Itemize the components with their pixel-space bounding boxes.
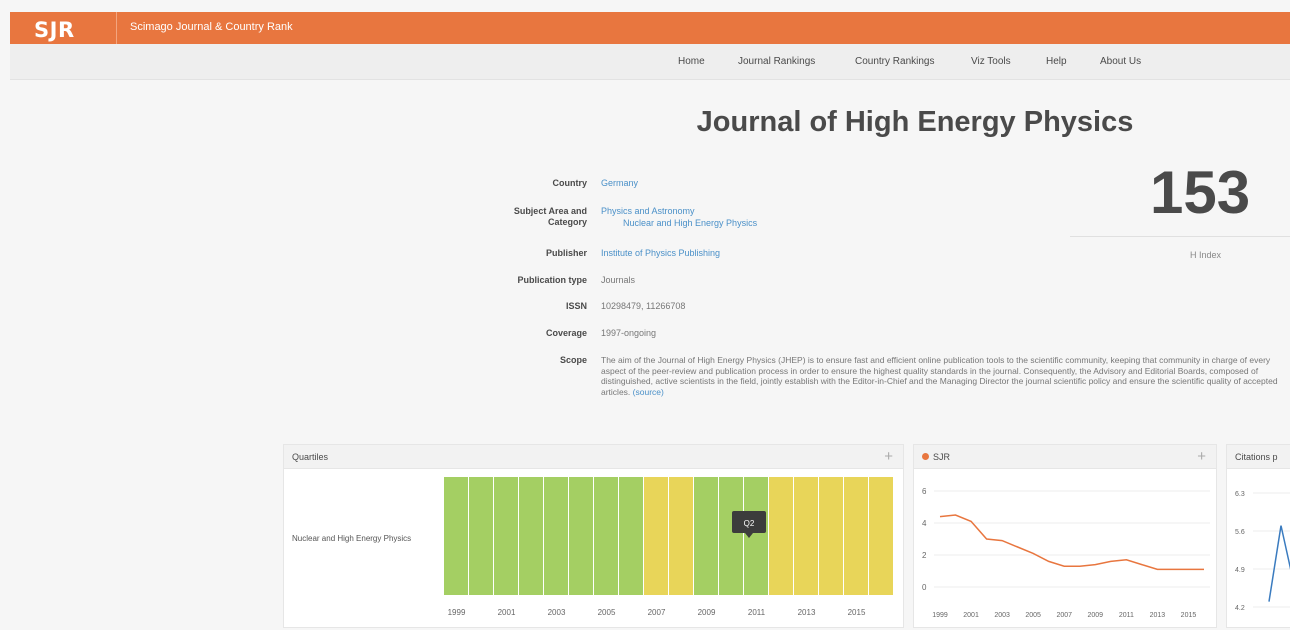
scope-label: Scope (559, 355, 587, 365)
citations-panel: Citations p 6.3 5.6 4.9 4.2 (1226, 444, 1290, 628)
subject-area-value[interactable]: Physics and Astronomy (601, 206, 695, 217)
h-index-value: 153 (1150, 159, 1251, 226)
sjr-x-tick: 2011 (1119, 612, 1134, 619)
sjr-expand-icon[interactable]: + (1197, 448, 1206, 465)
quartile-cell (869, 477, 893, 595)
sjr-x-tick: 1999 (932, 612, 948, 619)
quartile-cell (544, 477, 568, 595)
quartile-year-label: 2005 (598, 608, 616, 617)
sjr-x-tick: 2009 (1088, 612, 1104, 619)
quartile-year-label: 2003 (548, 608, 566, 617)
quartile-cell (444, 477, 468, 595)
sjr-x-tick: 2007 (1056, 612, 1072, 619)
sjr-x-tick: 2001 (963, 612, 979, 619)
sjr-x-tick: 2013 (1150, 612, 1166, 619)
scope-text: The aim of the Journal of High Energy Ph… (601, 355, 1290, 397)
publication-type-label: Publication type (517, 275, 587, 285)
sjr-y-tick: 0 (922, 583, 927, 592)
quartile-cell (794, 477, 818, 595)
subject-label-line2: Category (547, 217, 587, 227)
quartile-year-label: 2011 (748, 608, 766, 617)
quartile-cell (469, 477, 493, 595)
main-nav: Home Journal Rankings Country Rankings V… (10, 44, 1290, 80)
sjr-panel-header: SJR + (914, 445, 1216, 469)
citations-y-tick: 4.2 (1235, 605, 1245, 612)
scope-value: The aim of the Journal of High Energy Ph… (601, 355, 1278, 397)
quartile-cell (719, 477, 743, 595)
quartile-cell (619, 477, 643, 595)
site-logo[interactable]: SJR (34, 18, 75, 42)
quartile-cell (819, 477, 843, 595)
country-label: Country (552, 178, 588, 188)
sjr-y-tick: 4 (922, 519, 927, 528)
citations-panel-header: Citations p (1227, 445, 1290, 469)
quartile-cell (844, 477, 868, 595)
quartile-year-label: 2007 (648, 608, 666, 617)
top-header-bar: SJR Scimago Journal & Country Rank (10, 12, 1290, 44)
quartile-cell (769, 477, 793, 595)
logo-divider (116, 12, 117, 44)
nav-country-rankings[interactable]: Country Rankings (855, 56, 934, 67)
quartiles-expand-icon[interactable]: + (884, 448, 893, 465)
category-value[interactable]: Nuclear and High Energy Physics (623, 218, 757, 229)
sjr-panel-title: SJR (922, 452, 950, 462)
citations-y-tick: 4.9 (1235, 567, 1245, 574)
quartiles-panel: Quartiles + Nuclear and High Energy Phys… (283, 444, 904, 628)
quartile-cell (569, 477, 593, 595)
citations-y-tick: 5.6 (1235, 529, 1245, 536)
publisher-label: Publisher (545, 248, 587, 258)
sjr-y-tick: 2 (922, 551, 927, 560)
publication-type-value: Journals (601, 275, 636, 285)
quartiles-chart: Nuclear and High Energy Physics 1999 2001 2… (292, 477, 893, 617)
quartile-year-label: 2001 (498, 608, 516, 617)
sjr-y-tick: 6 (922, 487, 927, 496)
nav-journal-rankings[interactable]: Journal Rankings (738, 56, 815, 67)
sjr-x-tick: 2015 (1181, 612, 1197, 619)
sjr-chart: 0 2 4 6 1999 2001 2003 2005 2007 2009 2011 2013 2015 (922, 487, 1210, 619)
quartile-cell (669, 477, 693, 595)
sjr-x-tick: 2003 (994, 612, 1010, 619)
quartile-cell (494, 477, 518, 595)
h-index-divider (1070, 236, 1290, 237)
scope-source-link[interactable]: (source) (633, 387, 664, 397)
publisher-value[interactable]: Institute of Physics Publishing (601, 248, 720, 259)
citations-chart: 6.3 5.6 4.9 4.2 (1235, 491, 1290, 612)
h-index-label: H Index (1190, 250, 1222, 260)
issn-value: 10298479, 11266708 (601, 301, 686, 311)
nav-help[interactable]: Help (1046, 56, 1067, 67)
site-tagline[interactable]: Scimago Journal & Country Rank (130, 21, 293, 33)
nav-home[interactable]: Home (678, 56, 705, 67)
journal-title: Journal of High Energy Physics (696, 106, 1134, 138)
quartile-cell (519, 477, 543, 595)
quartiles-panel-title: Quartiles (292, 452, 329, 462)
coverage-label: Coverage (545, 328, 587, 338)
quartile-cell (694, 477, 718, 595)
sjr-x-tick: 2005 (1025, 612, 1041, 619)
subject-label-line1: Subject Area and (513, 206, 587, 216)
quartile-tooltip-text: Q2 (744, 519, 755, 528)
quartiles-panel-header: Quartiles + (284, 445, 903, 469)
citations-panel-title: Citations p (1235, 452, 1278, 462)
country-value[interactable]: Germany (601, 178, 638, 189)
quartile-cell (644, 477, 668, 595)
nav-viz-tools[interactable]: Viz Tools (971, 56, 1011, 67)
quartile-row-label: Nuclear and High Energy Physics (292, 534, 411, 543)
sjr-title-text: SJR (933, 452, 951, 462)
coverage-value: 1997-ongoing (601, 328, 657, 338)
nav-about-us[interactable]: About Us (1100, 56, 1141, 67)
quartile-year-label: 2013 (798, 608, 816, 617)
citations-series-line (1268, 525, 1290, 602)
issn-label: ISSN (565, 301, 587, 311)
sjr-legend-dot (922, 453, 929, 460)
sjr-panel: SJR + 0 2 4 6 1999 2001 2003 2005 2007 2009 2011 20… (913, 444, 1217, 628)
quartile-year-label: 2015 (848, 608, 866, 617)
quartile-cell (594, 477, 618, 595)
quartile-year-label: 1999 (448, 608, 466, 617)
citations-y-tick: 6.3 (1235, 491, 1245, 498)
quartile-year-label: 2009 (698, 608, 716, 617)
